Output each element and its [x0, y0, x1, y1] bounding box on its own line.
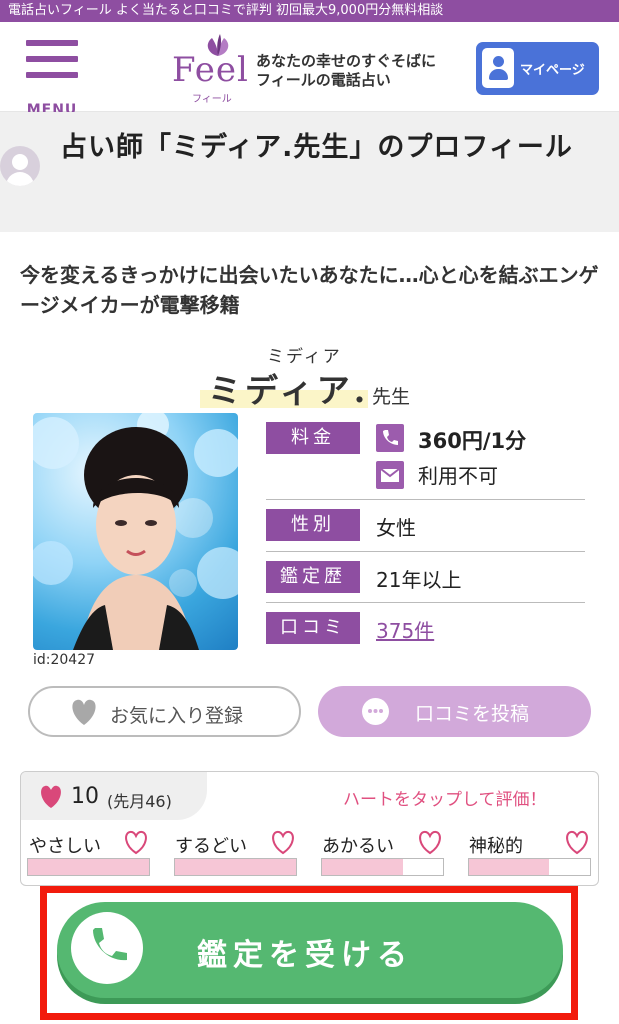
site-logo[interactable]: Feel フィール — [168, 34, 254, 105]
criterion-label: あかるい — [322, 836, 394, 857]
criterion-label: 神秘的 — [469, 836, 523, 857]
heart-outline-icon[interactable] — [122, 830, 150, 856]
honorific: 先生 — [372, 386, 411, 408]
tagline-line1: あなたの幸せのすぐそばに — [256, 52, 437, 70]
spec-divider — [266, 602, 585, 603]
menu-button[interactable]: MENU — [22, 40, 82, 118]
spec-divider — [266, 499, 585, 500]
title-section: 占い師「ミディア.先生」のプロフィール — [0, 112, 619, 232]
user-icon — [482, 48, 514, 88]
criterion-bar — [27, 858, 150, 876]
profile-photo — [33, 413, 238, 650]
rating-panel: 10 (先月46) ハートをタップして評価！ やさしい するどい あかるい 神秘… — [20, 771, 599, 886]
tagline-line2: フィールの電話占い — [256, 71, 391, 89]
post-review-button[interactable]: 口コミを投稿 — [318, 686, 591, 737]
page-title: 占い師「ミディア.先生」のプロフィール — [60, 132, 573, 163]
gender-label: 性別 — [266, 509, 360, 541]
heart-outline-icon[interactable] — [563, 830, 591, 856]
speech-bubble-icon — [362, 698, 389, 725]
top-banner: 電話占いフィール よく当たると口コミで評判 初回最大9,000円分無料相談 — [0, 0, 619, 22]
heart-filled-icon[interactable] — [37, 784, 65, 810]
start-reading-label: 鑑定を受ける — [197, 938, 413, 973]
criterion-bar — [174, 858, 297, 876]
spec-divider — [266, 551, 585, 552]
reviews-label: 口コミ — [266, 612, 360, 644]
hamburger-icon-bar — [26, 56, 78, 62]
mail-icon — [376, 461, 404, 489]
rating-hint: ハートをタップして評価！ — [343, 790, 547, 810]
logo-subtext: フィール — [192, 94, 232, 105]
heart-outline-icon[interactable] — [269, 830, 297, 856]
header-tagline: あなたの幸せのすぐそばに フィールの電話占い — [256, 52, 436, 90]
criterion-label: するどい — [175, 836, 247, 857]
gender-value: 女性 — [376, 516, 416, 540]
reviews-count-link[interactable]: 375件 — [376, 615, 434, 644]
criterion-label: やさしい — [29, 836, 101, 857]
profile-catchphrase: 今を変えるきっかけに出会いたいあなたに…心と心を結ぶエンゲージメイカーが電撃移籍 — [20, 263, 599, 317]
likes-count: 10 — [71, 784, 99, 809]
mypage-button[interactable]: マイページ — [476, 42, 599, 95]
fortune-teller-id: id:20427 — [33, 652, 96, 668]
hamburger-icon — [26, 40, 78, 46]
heart-outline-icon[interactable] — [416, 830, 444, 856]
experience-label: 鑑定歴 — [266, 561, 360, 593]
fee-mail-value: 利用不可 — [418, 464, 498, 488]
phone-icon — [376, 424, 404, 452]
criterion-fill — [28, 859, 149, 875]
fee-phone-value: 360円/1分 — [418, 429, 527, 453]
criterion-bar — [468, 858, 591, 876]
criterion-fill — [175, 859, 296, 875]
post-review-label: 口コミを投稿 — [415, 703, 530, 725]
criterion-bar — [321, 858, 444, 876]
hamburger-icon-bar — [26, 72, 78, 78]
criterion-fill — [322, 859, 404, 875]
heart-icon — [72, 699, 96, 725]
profile-avatar-icon — [0, 146, 40, 186]
fee-label: 料金 — [266, 422, 360, 454]
logo-text: Feel — [172, 50, 249, 90]
fortune-teller-name: ミディア. — [208, 371, 370, 410]
likes-last-month: (先月46) — [107, 792, 172, 811]
site-header: MENU Feel フィール あなたの幸せのすぐそばに フィールの電話占い マイ… — [0, 22, 619, 118]
mypage-label: マイページ — [520, 63, 585, 78]
likes-tab: 10 (先月46) — [21, 772, 207, 820]
portrait-illustration — [33, 413, 238, 650]
add-favorite-button[interactable]: お気に入り登録 — [28, 686, 301, 737]
start-reading-button[interactable]: 鑑定を受ける — [57, 902, 563, 998]
experience-value: 21年以上 — [376, 568, 462, 592]
phone-icon — [71, 912, 143, 984]
add-favorite-label: お気に入り登録 — [110, 705, 244, 727]
criterion-fill — [469, 859, 549, 875]
